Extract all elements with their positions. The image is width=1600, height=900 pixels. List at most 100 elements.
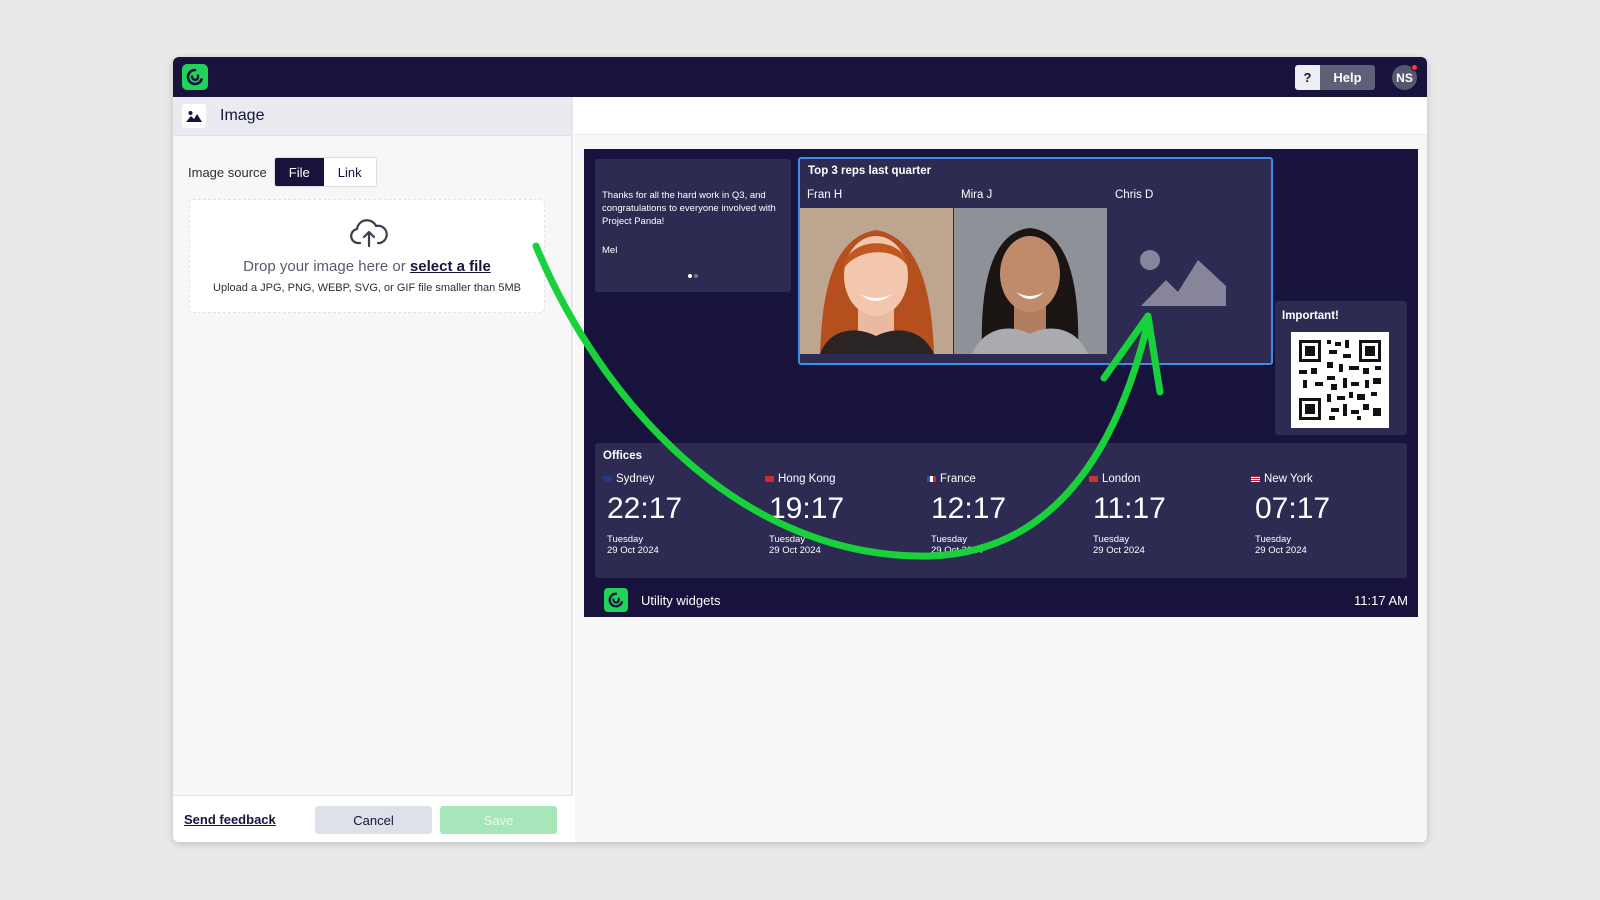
office-clock: Hong Kong 19:17 Tuesday 29 Oct 2024	[765, 473, 925, 556]
reps-title: Top 3 reps last quarter	[808, 165, 932, 177]
notification-dot	[1411, 64, 1418, 71]
screen-clock: 11:17 AM	[1354, 593, 1408, 608]
brand-logo-icon	[604, 588, 628, 612]
select-file-link[interactable]: select a file	[410, 258, 491, 275]
rep-card: Fran H	[800, 189, 953, 354]
dropzone-text: Drop your image here or select a file	[190, 258, 544, 275]
preview-area: Thanks for all the hard work in Q3, and …	[575, 97, 1427, 842]
city-date-value: 29 Oct 2024	[607, 545, 659, 556]
image-placeholder-icon	[1140, 250, 1226, 306]
screen-name: Utility widgets	[641, 593, 721, 608]
city-name: France	[927, 473, 1087, 485]
question-icon: ?	[1295, 65, 1320, 90]
city-label: France	[940, 473, 976, 485]
preview-toolbar	[575, 97, 1427, 135]
city-time: 12:17	[931, 492, 1007, 525]
rep-card: Mira J	[954, 189, 1107, 354]
help-button[interactable]: ? Help	[1295, 65, 1375, 90]
send-feedback-link[interactable]: Send feedback	[184, 812, 276, 827]
app-window: ? Help NS Image Image source File Link D…	[173, 57, 1427, 842]
message-widget[interactable]: Thanks for all the hard work in Q3, and …	[595, 159, 791, 292]
rep-card: Chris D	[1108, 189, 1261, 354]
file-type-hint: Upload a JPG, PNG, WEBP, SVG, or GIF fil…	[213, 282, 521, 294]
image-source-row: Image source File Link	[188, 157, 377, 187]
city-date: Tuesday 29 Oct 2024	[765, 534, 925, 556]
top-bar: ? Help NS	[173, 57, 1427, 97]
city-label: London	[1102, 473, 1141, 485]
qr-code-icon	[1299, 340, 1381, 420]
office-clock: France 12:17 Tuesday 29 Oct 2024	[927, 473, 1087, 556]
city-date-value: 29 Oct 2024	[1093, 545, 1145, 556]
city-day: Tuesday	[769, 534, 806, 545]
city-date: Tuesday 29 Oct 2024	[603, 534, 763, 556]
city-name: London	[1089, 473, 1249, 485]
city-label: Hong Kong	[778, 473, 836, 485]
city-time: 22:17	[607, 492, 683, 525]
flag-icon	[603, 476, 612, 482]
top-reps-widget[interactable]: Top 3 reps last quarter Fran H Mira J Ch…	[798, 157, 1273, 365]
drop-instructions: Drop your image here or	[243, 258, 406, 275]
source-link-button[interactable]: Link	[323, 158, 376, 186]
city-date-value: 29 Oct 2024	[769, 545, 821, 556]
city-date-value: 29 Oct 2024	[1255, 545, 1307, 556]
city-date: Tuesday 29 Oct 2024	[1089, 534, 1249, 556]
panel-title: Image	[220, 107, 265, 124]
brand-logo-icon[interactable]	[182, 64, 208, 90]
message-author: Mel	[602, 245, 618, 256]
flag-icon	[1089, 476, 1098, 482]
panel-header: Image	[173, 97, 571, 136]
carousel-dots	[687, 274, 699, 278]
city-name: Hong Kong	[765, 473, 925, 485]
rep-photo	[954, 208, 1107, 354]
source-file-button[interactable]: File	[274, 158, 324, 186]
save-button[interactable]: Save	[440, 806, 557, 834]
carousel-dot	[688, 274, 692, 278]
screen-footer: Utility widgets 11:17 AM	[584, 586, 1418, 617]
city-name: New York	[1251, 473, 1411, 485]
screen-preview: Thanks for all the hard work in Q3, and …	[584, 149, 1418, 617]
carousel-dot	[694, 274, 698, 278]
flag-icon	[765, 476, 774, 482]
rep-name: Mira J	[961, 189, 993, 201]
city-day: Tuesday	[931, 534, 968, 545]
rep-photo-placeholder	[1108, 208, 1261, 354]
rep-name: Fran H	[807, 189, 843, 201]
image-dropzone[interactable]: Drop your image here or select a file Up…	[189, 199, 545, 313]
city-label: New York	[1264, 473, 1313, 485]
city-time: 07:17	[1255, 492, 1331, 525]
city-time: 19:17	[769, 492, 845, 525]
flag-icon	[1251, 476, 1260, 482]
image-source-label: Image source	[188, 164, 267, 180]
city-day: Tuesday	[607, 534, 644, 545]
help-label: Help	[1320, 65, 1375, 90]
offices-title: Offices	[603, 450, 642, 462]
image-icon	[182, 104, 206, 128]
city-name: Sydney	[603, 473, 763, 485]
rep-photo	[800, 208, 953, 354]
office-clock: Sydney 22:17 Tuesday 29 Oct 2024	[603, 473, 763, 556]
flag-icon	[927, 476, 936, 482]
office-clock: New York 07:17 Tuesday 29 Oct 2024	[1251, 473, 1411, 556]
rep-name: Chris D	[1115, 189, 1154, 201]
office-clock: London 11:17 Tuesday 29 Oct 2024	[1089, 473, 1249, 556]
swirl-icon	[608, 592, 624, 608]
cloud-upload-icon	[350, 219, 388, 248]
image-source-toggle: File Link	[273, 157, 377, 187]
person-photo-icon	[954, 208, 1107, 354]
message-text: Thanks for all the hard work in Q3, and …	[602, 190, 776, 227]
image-settings-panel: Image Image source File Link Drop your i…	[173, 97, 573, 842]
city-date: Tuesday 29 Oct 2024	[927, 534, 1087, 556]
cancel-button[interactable]: Cancel	[315, 806, 432, 834]
offices-widget[interactable]: Offices Sydney 22:17 Tuesday 29 Oct 2024 …	[595, 443, 1407, 578]
city-date-value: 29 Oct 2024	[931, 545, 983, 556]
person-photo-icon	[800, 208, 953, 354]
city-date: Tuesday 29 Oct 2024	[1251, 534, 1411, 556]
city-time: 11:17	[1093, 492, 1166, 525]
city-label: Sydney	[616, 473, 655, 485]
qr-code	[1291, 332, 1389, 428]
city-day: Tuesday	[1255, 534, 1292, 545]
important-title: Important!	[1282, 310, 1339, 322]
important-widget[interactable]: Important!	[1275, 301, 1407, 435]
panel-footer: Send feedback Cancel Save	[173, 795, 573, 842]
city-day: Tuesday	[1093, 534, 1130, 545]
